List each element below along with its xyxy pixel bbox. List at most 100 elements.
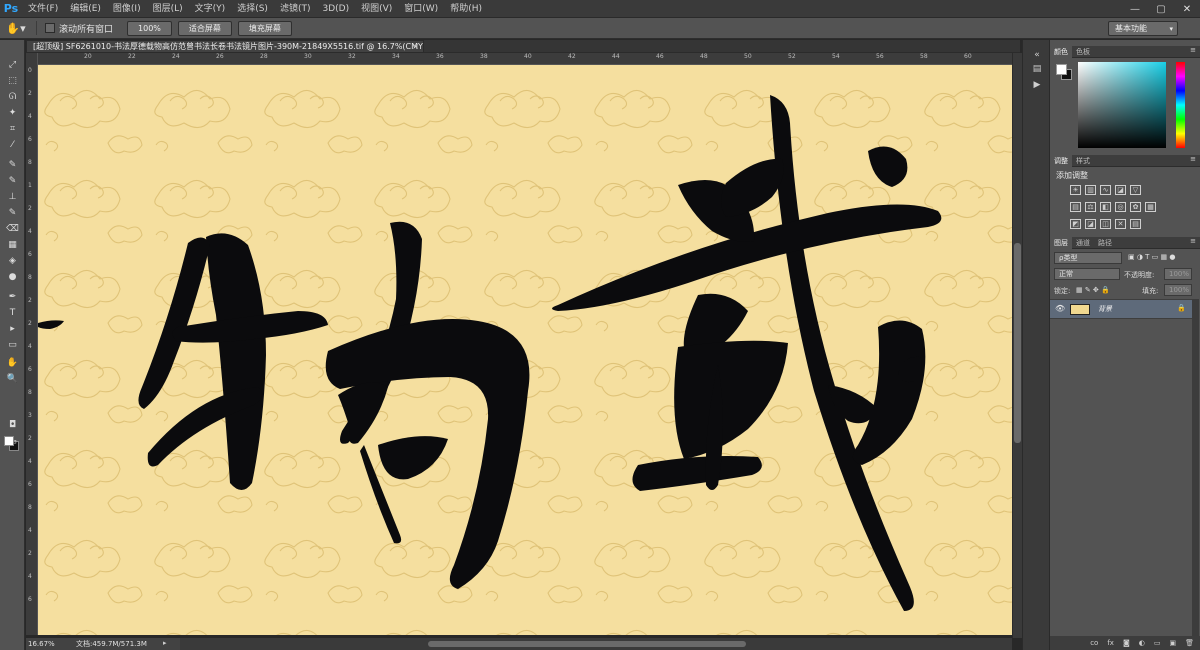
actions-panel-icon[interactable]: ▶	[1028, 78, 1046, 92]
history-panel-icon[interactable]: ▤	[1028, 62, 1046, 76]
photoshop-logo-icon[interactable]: Ps	[0, 0, 22, 18]
zoom-tool-icon[interactable]: 🔍	[4, 372, 21, 387]
tab-adjustments[interactable]: 调整	[1050, 154, 1072, 167]
move-tool-icon[interactable]: ⤢	[4, 58, 21, 73]
crop-tool-icon[interactable]: ⌗	[4, 122, 21, 137]
menu-window[interactable]: 窗口(W)	[398, 0, 444, 18]
document-tab[interactable]: [超顶级] SF6261010-书法厚德载物高仿范曾书法长卷书法镜片图片-390…	[26, 40, 424, 53]
fill-screen-button[interactable]: 填充屏幕	[237, 20, 292, 36]
layer-filter-select[interactable]: ρ类型	[1054, 252, 1122, 264]
menu-help[interactable]: 帮助(H)	[444, 0, 488, 18]
vertical-scrollbar[interactable]	[1012, 53, 1022, 638]
hand-tool-icon[interactable]: ✋▾	[0, 18, 32, 39]
new-layer-icon[interactable]: ▣	[1169, 639, 1176, 647]
blend-mode-select[interactable]: 正常	[1054, 268, 1120, 280]
visibility-eye-icon[interactable]: 👁	[1055, 304, 1065, 313]
menu-type[interactable]: 文字(Y)	[189, 0, 232, 18]
menu-layer[interactable]: 图层(L)	[147, 0, 189, 18]
horizontal-scroll-thumb[interactable]	[428, 641, 746, 647]
delete-layer-icon[interactable]: 🗑	[1185, 639, 1194, 647]
gradient-map-icon[interactable]: ▤	[1130, 219, 1141, 229]
menu-view[interactable]: 视图(V)	[355, 0, 398, 18]
hue-saturation-icon[interactable]: ▤	[1070, 202, 1081, 212]
color-picker-field[interactable]	[1078, 62, 1166, 148]
blur-tool-icon[interactable]: ◈	[4, 254, 21, 269]
zoom-level[interactable]: 16.67%	[26, 640, 66, 648]
eyedropper-tool-icon[interactable]: ⁄	[4, 138, 21, 153]
selective-color-icon[interactable]: ✕	[1115, 219, 1126, 229]
menu-select[interactable]: 选择(S)	[231, 0, 274, 18]
color-balance-icon[interactable]: ⚖	[1085, 202, 1096, 212]
quick-mask-icon[interactable]: ◘	[4, 418, 21, 433]
opacity-field[interactable]: 100%	[1164, 268, 1192, 280]
menu-file[interactable]: 文件(F)	[22, 0, 64, 18]
zoom-100-button[interactable]: 100%	[127, 20, 172, 36]
add-mask-icon[interactable]: ◙	[1123, 639, 1130, 647]
close-button[interactable]: ✕	[1174, 0, 1200, 18]
tab-swatches[interactable]: 色板	[1072, 46, 1094, 58]
minimize-button[interactable]: —	[1122, 0, 1148, 18]
type-tool-icon[interactable]: T	[4, 306, 21, 321]
fit-screen-button[interactable]: 适合屏幕	[177, 20, 232, 36]
vertical-scroll-thumb[interactable]	[1014, 243, 1021, 443]
link-layers-icon[interactable]: co	[1090, 639, 1098, 647]
color-lookup-icon[interactable]: ▦	[1145, 202, 1156, 212]
menu-filter[interactable]: 滤镜(T)	[274, 0, 317, 18]
scroll-all-checkbox[interactable]	[45, 23, 55, 33]
layer-row-background[interactable]: 👁 背景 🔒	[1050, 299, 1192, 319]
lasso-tool-icon[interactable]: ᘏ	[4, 90, 21, 105]
levels-icon[interactable]: ▥	[1085, 185, 1096, 195]
new-adjustment-icon[interactable]: ◐	[1139, 639, 1145, 647]
dodge-tool-icon[interactable]: ●	[4, 270, 21, 285]
history-brush-tool-icon[interactable]: ✎	[4, 206, 21, 221]
hand-tool-icon[interactable]: ✋	[4, 356, 21, 371]
healing-brush-tool-icon[interactable]: ✎	[4, 158, 21, 173]
document-canvas[interactable]	[38, 65, 1012, 635]
new-group-icon[interactable]: ▭	[1154, 639, 1161, 647]
posterize-icon[interactable]: ◪	[1085, 219, 1096, 229]
brush-tool-icon[interactable]: ✎	[4, 174, 21, 189]
layers-scrollbar[interactable]	[1192, 299, 1199, 636]
photo-filter-icon[interactable]: ◎	[1115, 202, 1126, 212]
gradient-tool-icon[interactable]: ▦	[4, 238, 21, 253]
collapse-panels-icon[interactable]: «	[1028, 48, 1046, 62]
panel-foreground-swatch[interactable]	[1056, 64, 1067, 75]
eraser-tool-icon[interactable]: ⌫	[4, 222, 21, 237]
tab-styles[interactable]: 样式	[1072, 155, 1094, 167]
panel-menu-icon[interactable]: ≡	[1190, 237, 1196, 245]
shape-tool-icon[interactable]: ▭	[4, 338, 21, 353]
layer-name[interactable]: 背景	[1098, 304, 1112, 314]
lock-icons[interactable]: ▦ ✎ ✥ 🔒	[1076, 286, 1110, 294]
black-white-icon[interactable]: ◧	[1100, 202, 1111, 212]
close-tab-icon[interactable]: ×	[412, 41, 419, 52]
path-selection-tool-icon[interactable]: ▸	[4, 322, 21, 337]
menu-edit[interactable]: 编辑(E)	[64, 0, 107, 18]
magic-wand-tool-icon[interactable]: ✦	[4, 106, 21, 121]
brightness-icon[interactable]: ☀	[1070, 185, 1081, 195]
channel-mixer-icon[interactable]: ✿	[1130, 202, 1141, 212]
layer-filter-icons[interactable]: ▣ ◑ T ▭ ▦ ●	[1128, 253, 1175, 261]
pen-tool-icon[interactable]: ✒	[4, 290, 21, 305]
menu-3d[interactable]: 3D(D)	[316, 0, 355, 18]
menu-image[interactable]: 图像(I)	[107, 0, 147, 18]
marquee-tool-icon[interactable]: ⬚	[4, 74, 21, 89]
invert-icon[interactable]: ◩	[1070, 219, 1081, 229]
tab-layers[interactable]: 图层	[1050, 236, 1072, 249]
horizontal-scrollbar[interactable]	[180, 638, 1012, 650]
maximize-button[interactable]: ▢	[1148, 0, 1174, 18]
hue-slider[interactable]	[1176, 62, 1185, 148]
exposure-icon[interactable]: ◪	[1115, 185, 1126, 195]
status-menu-arrow-icon[interactable]: ▸	[163, 639, 167, 647]
panel-menu-icon[interactable]: ≡	[1190, 155, 1196, 163]
tab-paths[interactable]: 路径	[1094, 237, 1116, 249]
clone-stamp-tool-icon[interactable]: ⊥	[4, 190, 21, 205]
panel-menu-icon[interactable]: ≡	[1190, 46, 1196, 54]
tab-channels[interactable]: 通道	[1072, 237, 1094, 249]
layer-style-icon[interactable]: fx	[1107, 639, 1114, 647]
foreground-color-swatch[interactable]	[4, 436, 14, 446]
vibrance-icon[interactable]: ▽	[1130, 185, 1141, 195]
curves-icon[interactable]: ∿	[1100, 185, 1111, 195]
fill-field[interactable]: 100%	[1164, 284, 1192, 296]
workspace-select[interactable]: 基本功能 ▾	[1108, 21, 1178, 36]
threshold-icon[interactable]: ◫	[1100, 219, 1111, 229]
